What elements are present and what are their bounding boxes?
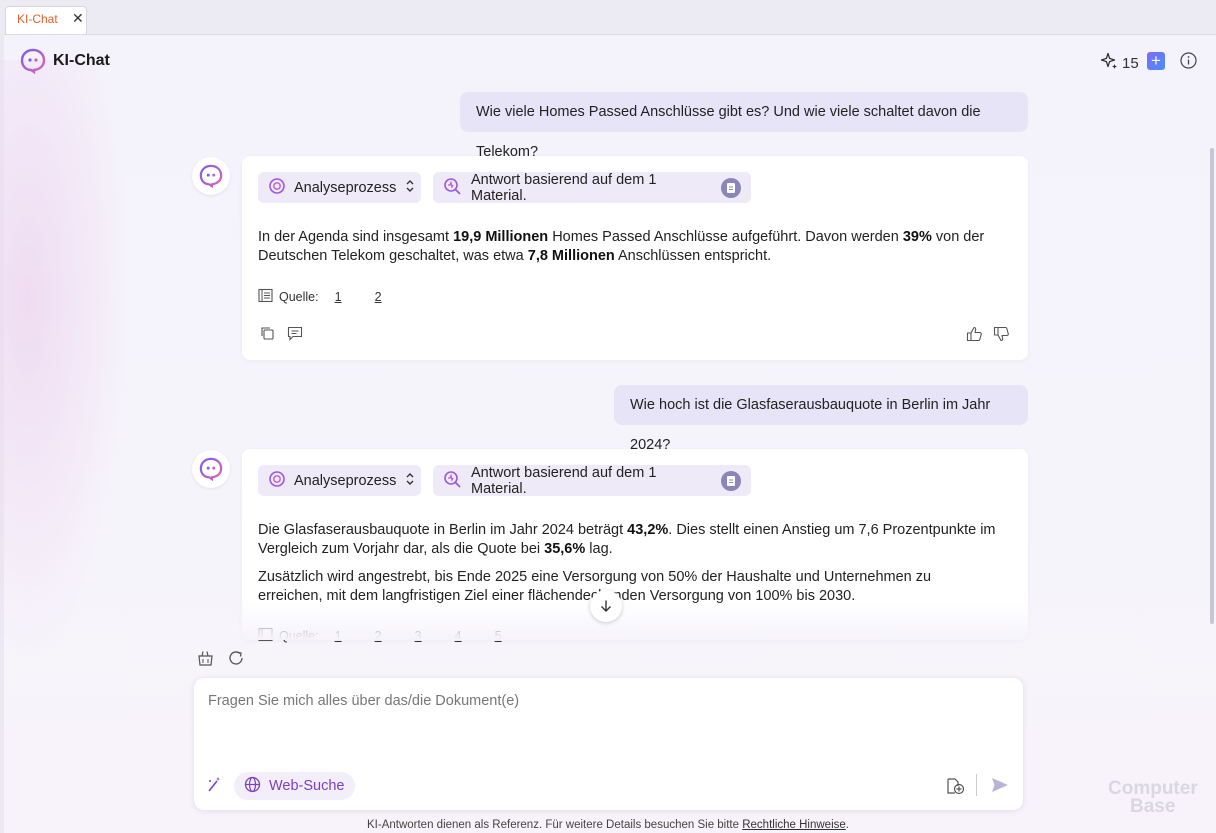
credits-counter[interactable]: 15 [1100,52,1139,74]
copy-icon[interactable] [260,326,275,346]
thumbs-down-icon[interactable] [993,326,1010,347]
chat-input[interactable] [206,692,1010,710]
comment-icon[interactable] [287,326,303,346]
arrow-down-icon [601,600,611,612]
material-label: Antwort basierend auf dem 1 Material. [471,464,657,497]
disclaimer-end: . [845,819,849,831]
disclaimer-text: KI-Antworten dienen als Referenz. Für we… [367,819,743,831]
answer-highlight: 43,2% [627,522,669,538]
scroll-fade [240,600,1030,640]
document-icon[interactable] [721,470,741,491]
refresh-icon[interactable] [228,650,245,671]
web-search-toggle[interactable]: Web-Suche [234,772,355,800]
analysis-process-toggle[interactable]: Analyseprozess [258,465,421,496]
analysis-process-toggle[interactable]: Analyseprozess [258,172,421,203]
answer-highlight: 35,6% [544,541,586,557]
web-search-label: Web-Suche [269,778,345,794]
scroll-down-button[interactable] [590,590,622,622]
answer-paragraph: In der Agenda sind insgesamt 19,9 Millio… [258,228,998,266]
search-analysis-icon [443,470,463,492]
material-source-pill[interactable]: Antwort basierend auf dem 1 Material. [433,464,751,497]
chat-composer: Web-Suche [194,678,1023,810]
answer-segment: Homes Passed Anschlüsse aufgeführt. Davo… [548,229,903,245]
magic-wand-icon[interactable] [206,776,223,798]
sources-label: Quelle: [279,290,319,304]
app-title: KI-Chat [53,52,110,69]
add-file-icon[interactable] [946,777,965,800]
credits-count: 15 [1122,54,1139,72]
send-icon[interactable] [991,777,1009,798]
clear-chat-icon[interactable] [197,650,214,671]
legal-notice-link[interactable]: Rechtliche Hinweise [742,819,846,831]
answer-text: Die Glasfaserausbauquote in Berlin im Ja… [258,521,998,606]
source-link[interactable]: 1 [335,290,359,304]
answer-segment: In der Agenda sind insgesamt [258,229,454,245]
computerbase-watermark: Computer Base [1108,779,1198,817]
chevron-updown-icon [404,179,416,197]
user-message-text: Wie hoch ist die Glasfaserausbauquote in… [630,397,991,453]
thumbs-up-icon[interactable] [966,326,983,347]
app-logo-icon [20,48,46,79]
answer-paragraph: Die Glasfaserausbauquote in Berlin im Ja… [258,521,998,559]
user-message: Wie viele Homes Passed Anschlüsse gibt e… [460,92,1028,160]
search-analysis-icon [443,177,463,199]
info-icon[interactable] [1180,52,1197,74]
watermark-line2: Base [1130,796,1176,817]
user-message: Wie hoch ist die Glasfaserausbauquote in… [614,385,1028,453]
new-chat-button[interactable]: + [1147,52,1165,70]
sources-row: Quelle: 1 2 [258,288,399,306]
answer-segment: Die Glasfaserausbauquote in Berlin im Ja… [258,522,628,538]
tab-title: KI-Chat [17,12,58,26]
sources-icon [258,288,273,306]
material-source-pill[interactable]: Antwort basierend auf dem 1 Material. [433,171,751,204]
assistant-message: Analyseprozess Antwort basierend auf dem… [242,156,1028,360]
answer-segment: lag. [585,541,613,557]
answer-text: In der Agenda sind insgesamt 19,9 Millio… [258,228,998,266]
document-icon[interactable] [721,177,741,198]
analysis-label: Analyseprozess [294,179,397,196]
sparkle-icon [1100,52,1118,74]
tab-close-icon[interactable]: ✕ [72,10,84,27]
assistant-avatar-icon [192,157,230,195]
divider [976,774,977,796]
user-message-text: Wie viele Homes Passed Anschlüsse gibt e… [476,104,981,160]
analysis-label: Analyseprozess [294,472,397,489]
answer-highlight: 7,8 Millionen [527,248,615,264]
analysis-icon [268,470,286,492]
tab-bar: KI-Chat ✕ [0,0,1216,35]
tab-ki-chat[interactable]: KI-Chat ✕ [5,6,87,34]
analysis-icon [268,177,286,199]
answer-highlight: 19,9 Millionen [453,229,549,245]
material-label: Antwort basierend auf dem 1 Material. [471,171,657,204]
disclaimer: KI-Antworten dienen als Referenz. Für we… [0,819,1216,831]
chevron-updown-icon [404,472,416,490]
source-link[interactable]: 2 [375,290,399,304]
assistant-avatar-icon [192,450,230,488]
answer-highlight: 39% [902,229,932,245]
globe-icon [244,776,261,797]
scrollbar[interactable] [1210,148,1214,624]
answer-segment: Anschlüssen entspricht. [614,248,772,264]
background-decoration [0,60,130,660]
